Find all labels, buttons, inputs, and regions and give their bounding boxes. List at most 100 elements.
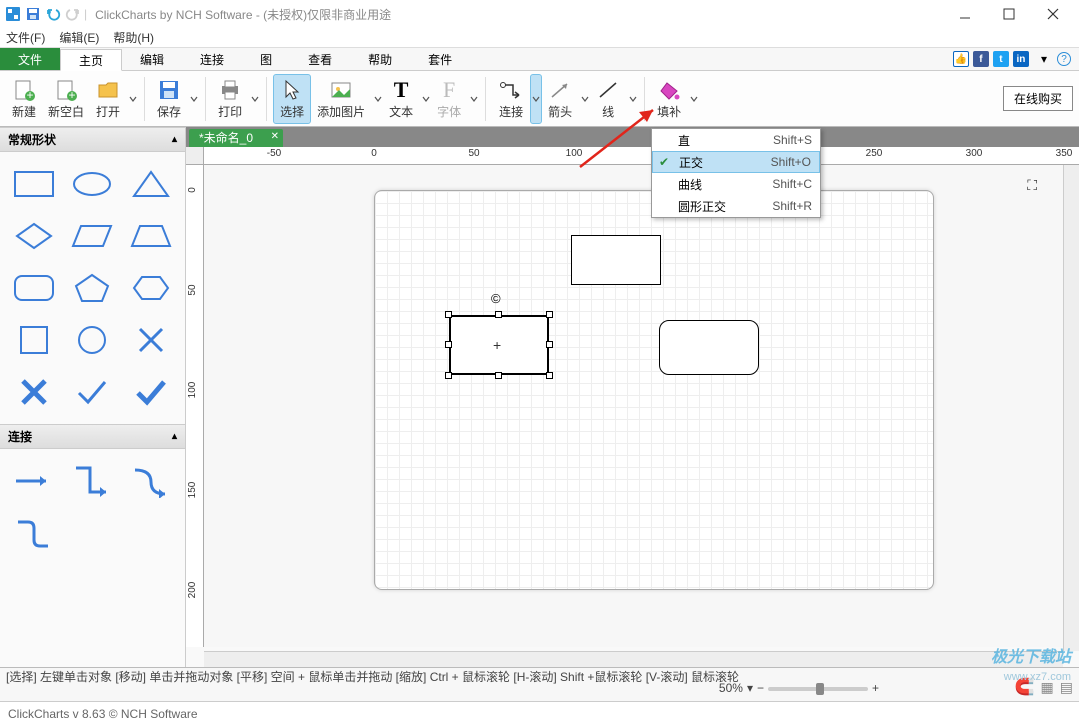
minimize-button[interactable]: [943, 0, 987, 28]
zoom-out-icon[interactable]: −: [757, 681, 764, 697]
connect-button[interactable]: 连接: [492, 74, 530, 124]
redo-icon[interactable]: [64, 5, 82, 23]
shape-diamond[interactable]: [10, 216, 58, 256]
ribbon-tab-edit[interactable]: 编辑: [122, 48, 182, 70]
ribbon-tab-home[interactable]: 主页: [60, 49, 122, 71]
shape-ellipse[interactable]: [68, 164, 116, 204]
shape-trapezoid[interactable]: [127, 216, 175, 256]
fullscreen-icon[interactable]: ⛶: [1027, 177, 1037, 194]
vertical-scrollbar[interactable]: [1063, 165, 1079, 651]
connector-straight[interactable]: [10, 461, 58, 501]
add-image-dropdown[interactable]: [371, 74, 383, 124]
ribbon-tab-suite[interactable]: 套件: [410, 48, 470, 70]
connector-orthogonal[interactable]: [68, 461, 116, 501]
sidebar-connect-header[interactable]: 连接▴: [0, 424, 185, 449]
shape-check[interactable]: [68, 372, 116, 412]
arrow-button[interactable]: 箭头: [542, 74, 578, 124]
fill-dropdown[interactable]: [687, 74, 699, 124]
ribbon-tab-file[interactable]: 文件: [0, 48, 60, 70]
new-icon: +: [12, 77, 36, 103]
menu-help[interactable]: 帮助(H): [113, 29, 154, 46]
save-button[interactable]: 保存: [151, 74, 187, 124]
dd-item-straight[interactable]: 直Shift+S: [652, 129, 820, 151]
maximize-button[interactable]: [987, 0, 1031, 28]
line-button[interactable]: 线: [590, 74, 626, 124]
text-dropdown[interactable]: [419, 74, 431, 124]
ribbon-tab-connect[interactable]: 连接: [182, 48, 242, 70]
text-icon: T: [394, 77, 409, 103]
new-blank-button[interactable]: + 新空白: [42, 74, 90, 124]
undo-icon[interactable]: [44, 5, 62, 23]
close-tab-icon[interactable]: ✕: [271, 131, 279, 142]
connector-curved[interactable]: [127, 461, 175, 501]
line-dropdown[interactable]: [626, 74, 638, 124]
menu-edit[interactable]: 编辑(E): [59, 29, 99, 46]
page-area[interactable]: ⛶ + ©: [204, 165, 1063, 647]
sidebar-shapes-header[interactable]: 常规形状▴: [0, 127, 185, 152]
shape-square[interactable]: [10, 320, 58, 360]
close-button[interactable]: [1031, 0, 1075, 28]
arrow-dropdown[interactable]: [578, 74, 590, 124]
ribbon-tab-help[interactable]: 帮助: [350, 48, 410, 70]
print-dropdown[interactable]: [248, 74, 260, 124]
connect-dropdown[interactable]: [530, 74, 542, 124]
ruler-horizontal: -50 0 50 100 150 200 250 300 350: [204, 147, 1079, 165]
document-tab[interactable]: *未命名_0✕: [189, 129, 283, 147]
fill-button[interactable]: 填补: [651, 74, 687, 124]
menubar: 文件(F) 编辑(E) 帮助(H): [0, 28, 1079, 48]
canvas-shape-rect-1[interactable]: [571, 235, 661, 285]
save-icon[interactable]: [24, 5, 42, 23]
facebook-icon[interactable]: f: [973, 51, 989, 67]
font-button[interactable]: F 字体: [431, 74, 467, 124]
shape-x-thick[interactable]: [10, 372, 58, 412]
window-title: ClickCharts by NCH Software - (未授权)仅限非商业…: [95, 6, 391, 23]
canvas-selected-shape[interactable]: + ©: [449, 315, 549, 375]
ribbon-tab-shape[interactable]: 图: [242, 48, 290, 70]
ruler-vertical: 0 50 100 150 200: [186, 165, 204, 647]
shape-rectangle[interactable]: [10, 164, 58, 204]
help-icon[interactable]: ?: [1057, 52, 1071, 66]
zoom-slider[interactable]: [768, 687, 868, 691]
open-dropdown[interactable]: [126, 74, 138, 124]
collapse-icon: ▴: [172, 134, 177, 145]
ribbon: + 新建 + 新空白 打开 保存 打印 选择: [0, 71, 1079, 127]
dd-item-curved[interactable]: 曲线Shift+C: [652, 173, 820, 195]
save-dropdown[interactable]: [187, 74, 199, 124]
twitter-icon[interactable]: t: [993, 51, 1009, 67]
shape-rounded-rect[interactable]: [10, 268, 58, 308]
select-button[interactable]: 选择: [273, 74, 311, 124]
font-dropdown[interactable]: [467, 74, 479, 124]
font-icon: F: [443, 77, 455, 103]
dd-item-orthogonal[interactable]: ✔正交Shift+O: [652, 151, 820, 173]
new-button[interactable]: + 新建: [6, 74, 42, 124]
statusbar-version: ClickCharts v 8.63 © NCH Software: [0, 701, 1079, 725]
arrow-icon: [548, 77, 572, 103]
menu-file[interactable]: 文件(F): [6, 29, 45, 46]
linkedin-icon[interactable]: in: [1013, 51, 1029, 67]
connect-icon: [498, 77, 524, 103]
dd-item-rounded-orthogonal[interactable]: 圆形正交Shift+R: [652, 195, 820, 217]
zoom-in-icon[interactable]: +: [872, 681, 879, 697]
ribbon-tab-view[interactable]: 查看: [290, 48, 350, 70]
shape-parallelogram[interactable]: [68, 216, 116, 256]
shape-triangle[interactable]: [127, 164, 175, 204]
add-image-button[interactable]: 添加图片: [311, 74, 371, 124]
horizontal-scrollbar[interactable]: [204, 651, 1063, 667]
shape-pentagon[interactable]: [68, 268, 116, 308]
thumbs-up-icon[interactable]: 👍: [953, 51, 969, 67]
print-button[interactable]: 打印: [212, 74, 248, 124]
shape-circle[interactable]: [68, 320, 116, 360]
dropdown-icon[interactable]: ▾: [1041, 52, 1047, 66]
buy-online-button[interactable]: 在线购买: [1003, 86, 1073, 111]
open-button[interactable]: 打开: [90, 74, 126, 124]
svg-text:+: +: [26, 88, 33, 102]
connector-rounded[interactable]: [10, 513, 58, 553]
zoom-control[interactable]: 50%▾ − +: [719, 681, 879, 697]
fill-icon: [657, 77, 681, 103]
shape-hexagon[interactable]: [127, 268, 175, 308]
canvas-shape-rounded-rect[interactable]: [659, 320, 759, 375]
shape-x[interactable]: [127, 320, 175, 360]
document-tabs: *未命名_0✕: [186, 127, 1079, 147]
shape-check-thick[interactable]: [127, 372, 175, 412]
text-button[interactable]: T 文本: [383, 74, 419, 124]
